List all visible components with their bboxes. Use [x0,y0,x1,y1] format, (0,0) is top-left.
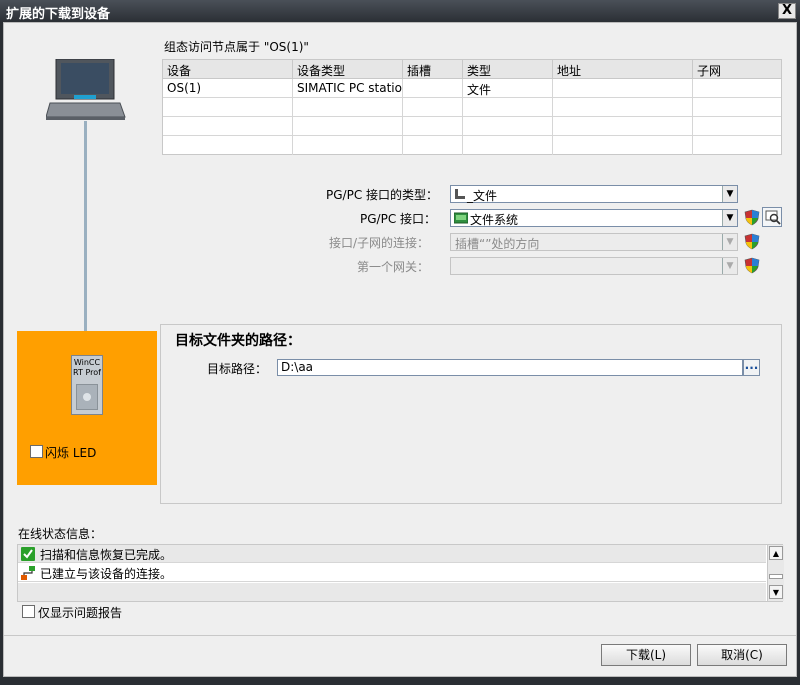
column-header-device-type: 设备类型 [293,60,403,79]
cancel-button[interactable]: 取消(C) [697,644,787,666]
shield-icon[interactable] [744,233,760,250]
table-cell [403,98,463,117]
table-cell[interactable]: 文件 [463,79,553,98]
window-bottom-border [0,677,800,685]
table-cell[interactable] [403,79,463,98]
device-caption: 组态访问节点属于 "OS(1)" [164,40,309,54]
table-cell [693,136,781,155]
list-item: 已建立与该设备的连接。 [18,564,766,582]
check-icon [21,547,35,561]
table-cell [553,136,693,155]
table-cell[interactable] [693,79,781,98]
table-cell [693,117,781,136]
table-cell [403,136,463,155]
file-system-icon [454,212,468,224]
module-line1: WinCC [73,358,101,367]
status-heading: 在线状态信息： [18,527,103,541]
only-problems-checkbox[interactable] [22,605,35,618]
browse-button[interactable]: ... [743,359,760,376]
status-scrollbar[interactable]: ▲ ▼ [767,545,784,601]
chevron-down-icon: ▼ [722,234,737,250]
column-header-address: 地址 [553,60,693,79]
target-path-heading: 目标文件夹的路径： [175,333,301,349]
download-button[interactable]: 下载(L) [601,644,691,666]
shield-icon[interactable] [744,257,760,274]
connection-value: 插槽“”处的方向 [455,237,540,251]
interface-label: PG/PC 接口： [360,212,437,226]
pc-icon [46,59,126,120]
table-cell [163,117,293,136]
wincc-module[interactable]: WinCC RT Prof [71,355,103,415]
close-button[interactable]: X [778,3,796,19]
status-message: 扫描和信息恢复已完成。 [40,548,173,562]
table-cell [463,117,553,136]
column-header-slot: 插槽 [403,60,463,79]
interface-type-label: PG/PC 接口的类型： [326,188,439,202]
target-path-value: D:\aa [281,360,314,374]
divider [4,635,796,636]
device-highlight-area: WinCC RT Prof 闪烁 LED [17,331,157,485]
file-interface-icon [455,189,465,199]
table-cell [293,98,403,117]
chevron-down-icon[interactable]: ▼ [722,210,737,226]
table-cell [553,98,693,117]
target-path-panel: 目标文件夹的路径： 目标路径： D:\aa ... [160,324,782,504]
table-cell [693,98,781,117]
magnifier-icon [765,210,781,225]
table-cell [293,117,403,136]
table-cell [553,117,693,136]
device-table: 设备 设备类型 插槽 类型 地址 子网 OS(1) SIMATIC PC sta… [162,59,782,155]
module-line2: RT Prof [73,368,101,377]
interface-type-select[interactable]: _文件 ▼ [450,185,738,203]
list-item [18,583,766,601]
target-path-input[interactable]: D:\aa [277,359,743,376]
table-cell [463,136,553,155]
module-slot [76,384,98,410]
dialog-body: 组态访问节点属于 "OS(1)" 设备 设备类型 插槽 类型 地址 子网 OS(… [3,22,797,677]
search-devices-button[interactable] [762,207,782,227]
table-cell [403,117,463,136]
connection-select[interactable]: 插槽“”处的方向 ▼ [450,233,738,251]
only-problems-label: 仅显示问题报告 [38,606,123,620]
shield-icon[interactable] [744,209,760,226]
title-bar: 扩展的下载到设备 X [0,0,800,22]
module-led [83,393,91,401]
chevron-down-icon[interactable]: ▼ [722,186,737,202]
interface-type-value: _文件 [467,189,498,203]
flash-led-checkbox[interactable] [30,445,43,458]
table-cell[interactable]: SIMATIC PC statio... [293,79,403,98]
connection-label: 接口/子网的连接： [329,236,430,250]
table-cell[interactable] [553,79,693,98]
scroll-down-icon[interactable]: ▼ [769,585,783,599]
table-cell [463,98,553,117]
chevron-down-icon: ▼ [722,258,737,274]
network-connection-icon [21,566,35,580]
column-header-type: 类型 [463,60,553,79]
list-item: 扫描和信息恢复已完成。 [18,545,766,563]
column-header-device: 设备 [163,60,293,79]
table-cell [293,136,403,155]
status-list: 扫描和信息恢复已完成。 已建立与该设备的连接。 ▲ ▼ [17,544,784,602]
table-cell [163,98,293,117]
flash-led-label: 闪烁 LED [45,446,97,460]
window-title: 扩展的下载到设备 [6,7,111,22]
status-message: 已建立与该设备的连接。 [40,567,173,581]
interface-select[interactable]: 文件系统 ▼ [450,209,738,227]
interface-value: 文件系统 [470,213,519,227]
table-cell[interactable]: OS(1) [163,79,293,98]
scroll-thumb[interactable] [769,574,783,579]
gateway-select[interactable]: ▼ [450,257,738,275]
target-path-label: 目标路径： [207,362,268,376]
gateway-label: 第一个网关： [357,260,430,274]
connection-line [84,121,87,351]
column-header-subnet: 子网 [693,60,781,79]
scroll-up-icon[interactable]: ▲ [769,546,783,560]
table-cell [163,136,293,155]
